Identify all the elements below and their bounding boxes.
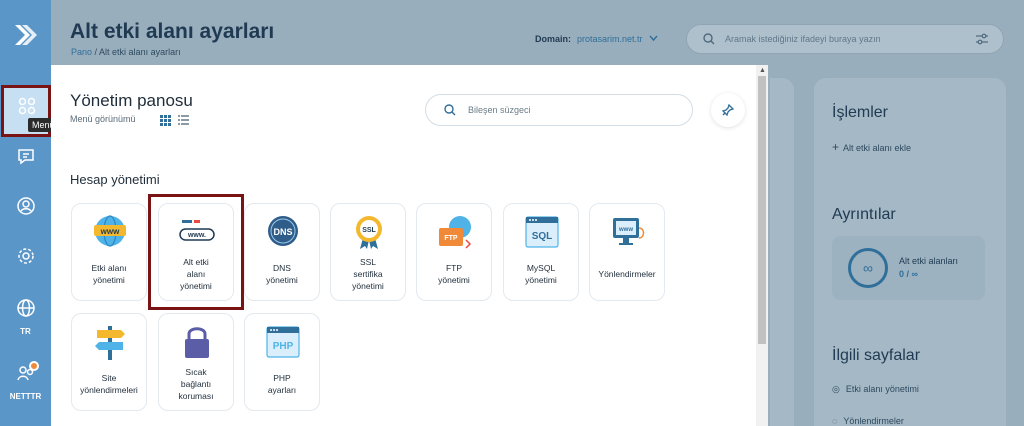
dns-icon: DNS <box>268 216 298 246</box>
tile-ssl-certificate-management[interactable]: SSL SSL sertifika yönetimi <box>330 203 406 301</box>
related-link-domain-management[interactable]: ◎ Etki alanı yönetimi <box>832 384 919 395</box>
tile-label-line2: sertifika <box>353 269 383 279</box>
tile-label-line1: PHP <box>273 373 291 383</box>
tile-ftp-management[interactable]: FTP FTP yönetimi <box>416 203 492 301</box>
selection-highlight <box>148 194 244 310</box>
domain-icon: ◎ <box>832 384 840 394</box>
list-view-icon[interactable] <box>178 115 189 126</box>
signpost-icon <box>95 326 125 360</box>
breadcrumb-current: Alt etki alanı ayarları <box>99 47 181 57</box>
tile-label-line3: yönetimi <box>352 281 384 291</box>
tile-label-line1: FTP <box>445 263 463 273</box>
tile-label-line2: bağlantı <box>180 379 212 389</box>
tile-label-line1: SSL <box>359 257 377 267</box>
add-subdomain-label: Alt etki alanı ekle <box>843 143 912 153</box>
tile-label-line3: koruması <box>178 391 214 401</box>
related-title: İlgili sayfalar <box>832 347 921 364</box>
view-mode-label: Menü görünümü <box>70 114 136 124</box>
tile-label-line2: yönetimi <box>525 275 557 285</box>
tile-mysql-management[interactable]: SQL MySQL yönetimi <box>503 203 579 301</box>
svg-text:SQL: SQL <box>532 231 553 242</box>
language-label[interactable]: TR <box>0 327 51 336</box>
tile-label-line2: ayarları <box>267 385 297 395</box>
domain-label: Domain: <box>535 34 571 44</box>
pin-icon <box>722 104 734 116</box>
filter-sliders-icon[interactable] <box>975 32 989 46</box>
arrow-logo-icon <box>15 25 37 45</box>
tile-label-line2: yönetimi <box>93 275 125 285</box>
user-circle-icon[interactable] <box>16 196 36 216</box>
breadcrumb-home-link[interactable]: Pano <box>71 47 92 57</box>
tile-label-line1: Site <box>101 373 117 383</box>
actions-title: İşlemler <box>832 104 889 121</box>
tile-label-line2: yönetimi <box>438 275 470 285</box>
redirect-icon: ◌ <box>832 416 838 426</box>
detail-name: Alt etki alanları <box>899 256 959 266</box>
tile-label-line1: Sıcak <box>185 367 207 377</box>
search-icon <box>703 33 715 45</box>
infinity-icon: ∞ <box>848 248 888 288</box>
tile-label-line2: yönetimi <box>266 275 298 285</box>
detail-limit: ∞ <box>911 269 918 279</box>
svg-text:FTP: FTP <box>444 235 458 242</box>
tile-site-redirects[interactable]: Site yönlendirmeleri <box>71 313 147 411</box>
plus-icon: + <box>832 140 840 154</box>
www-globe-icon: www <box>94 215 126 247</box>
domain-value[interactable]: protasarim.net.tr <box>577 34 643 44</box>
tile-label-line1: Yönlendirmeler <box>598 269 656 279</box>
pin-button[interactable] <box>711 93 745 127</box>
details-title: Ayrıntılar <box>832 206 896 223</box>
domain-selector[interactable]: Domain: protasarim.net.tr <box>535 34 658 44</box>
tile-redirects[interactable]: www Yönlendirmeler <box>589 203 665 301</box>
ftp-icon: FTP <box>439 216 472 249</box>
section-title: Hesap yönetimi <box>70 172 160 187</box>
filter-placeholder: Bileşen süzgeci <box>468 105 531 115</box>
related-link-1-label: Etki alanı yönetimi <box>845 384 919 394</box>
svg-text:www: www <box>618 227 633 233</box>
grid-menu-icon <box>18 97 36 115</box>
notification-badge <box>29 361 39 371</box>
component-filter-input[interactable]: Bileşen süzgeci <box>425 94 693 126</box>
tile-label-line1: MySQL <box>526 263 556 273</box>
modal-title: Yönetim panosu <box>70 91 193 110</box>
logo[interactable] <box>0 0 51 72</box>
settings-gear-icon[interactable] <box>16 246 36 266</box>
global-search-input[interactable]: Aramak istediğiniz ifadeyi buraya yazın <box>686 24 1004 54</box>
chat-icon[interactable] <box>16 146 36 166</box>
tile-label-line1: DNS <box>273 263 291 273</box>
chevron-down-icon <box>649 35 658 42</box>
globe-language-icon[interactable] <box>16 298 36 318</box>
detail-count: 0 / ∞ <box>899 269 918 279</box>
grid-view-icon[interactable] <box>160 115 171 126</box>
detail-separator: / <box>904 269 912 279</box>
tile-label-line2: yönlendirmeleri <box>80 385 138 395</box>
svg-text:PHP: PHP <box>273 341 294 352</box>
content-card <box>770 78 794 426</box>
svg-text:SSL: SSL <box>362 227 376 234</box>
breadcrumb-separator: / <box>92 47 100 57</box>
svg-text:DNS: DNS <box>273 227 292 237</box>
mysql-icon: SQL <box>525 216 559 248</box>
tile-php-settings[interactable]: PHP PHP ayarları <box>244 313 320 411</box>
related-link-2-label: Yönlendirmeler <box>843 416 904 426</box>
scroll-up-arrow-icon[interactable]: ▲ <box>759 67 766 74</box>
tile-dns-management[interactable]: DNS DNS yönetimi <box>244 203 320 301</box>
svg-text:www: www <box>100 227 120 236</box>
tile-hotlink-protection[interactable]: Sıcak bağlantı koruması <box>158 313 234 411</box>
padlock-icon <box>185 327 209 358</box>
breadcrumb: Pano / Alt etki alanı ayarları <box>71 47 181 57</box>
tile-label-line1: Etki alanı <box>91 263 127 273</box>
tile-domain-management[interactable]: www Etki alanı yönetimi <box>71 203 147 301</box>
account-label[interactable]: NETTTR <box>0 392 51 401</box>
search-icon <box>444 104 456 116</box>
ssl-badge-icon: SSL <box>356 216 382 249</box>
redirect-monitor-icon: www <box>613 218 645 245</box>
add-subdomain-link[interactable]: + Alt etki alanı ekle <box>832 140 911 154</box>
page-title: Alt etki alanı ayarları <box>70 20 275 43</box>
related-link-redirects[interactable]: ◌ Yönlendirmeler <box>832 416 904 426</box>
global-search-placeholder: Aramak istediğiniz ifadeyi buraya yazın <box>725 34 881 44</box>
scrollbar-thumb[interactable] <box>758 76 766 344</box>
php-icon: PHP <box>266 326 300 358</box>
